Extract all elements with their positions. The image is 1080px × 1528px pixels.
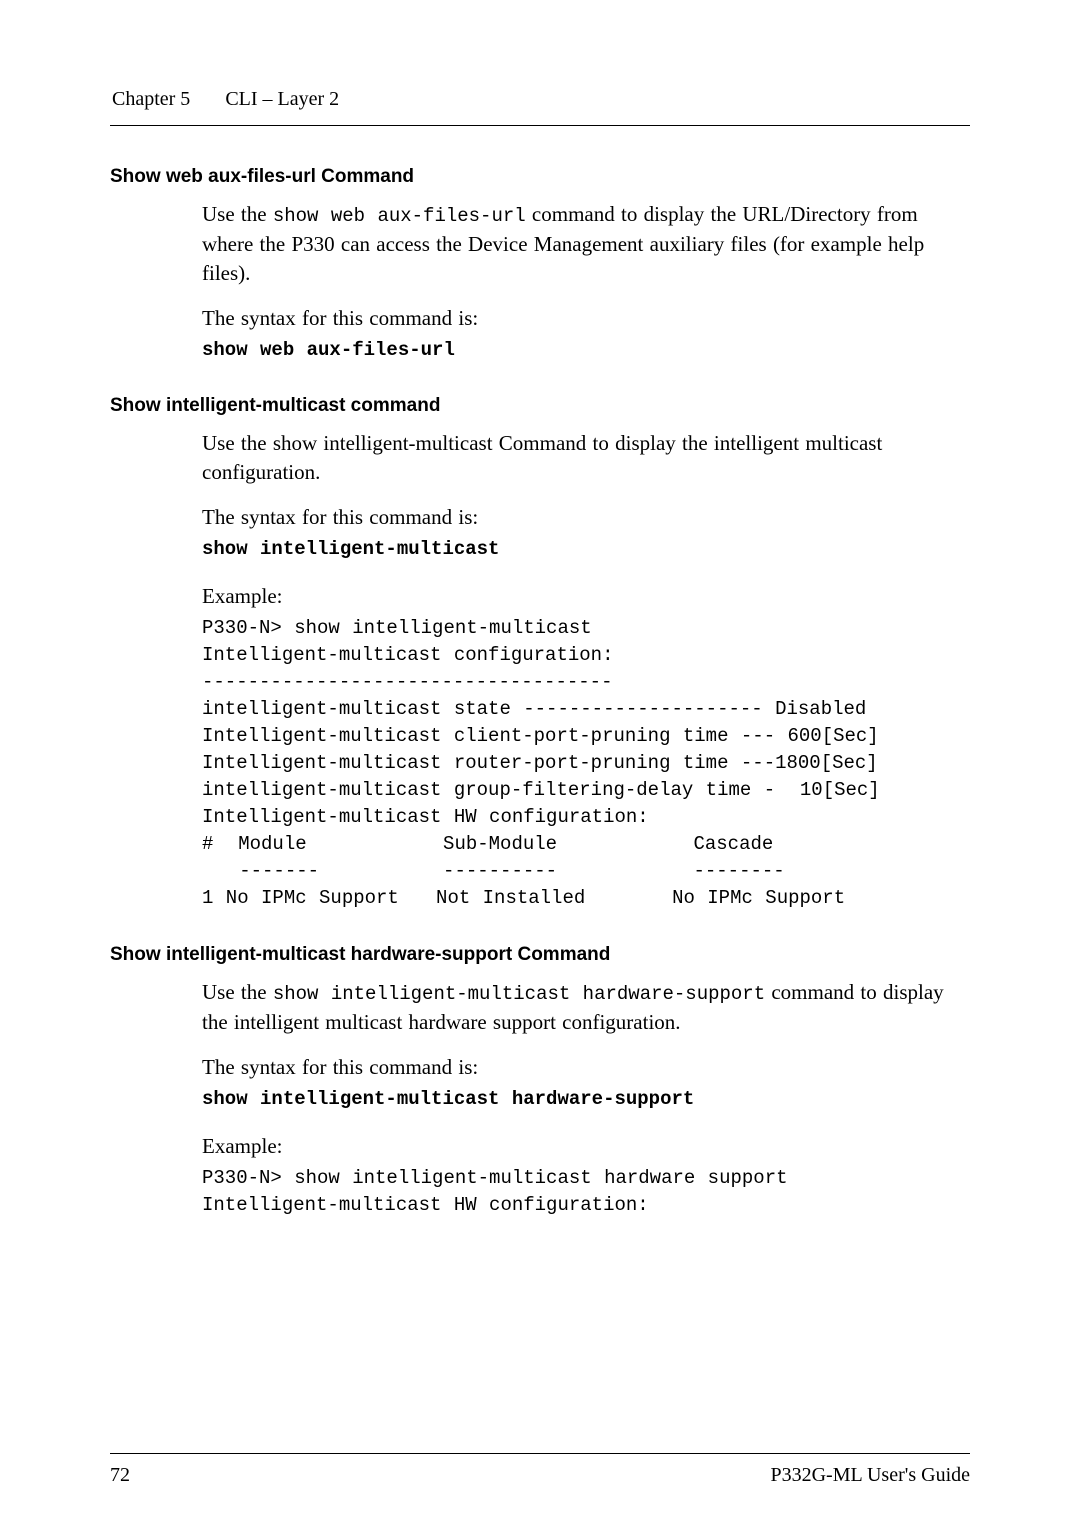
section-heading-aux-files: Show web aux-files-url Command [110, 166, 970, 188]
syntax-command: show intelligent-multicast [202, 536, 970, 562]
doc-title: P332G-ML User's Guide [770, 1464, 970, 1487]
section3-para1: Use the show intelligent-multicast hardw… [202, 978, 970, 1037]
syntax-label: The syntax for this command is: [202, 304, 970, 333]
example-output: P330-N> show intelligent-multicast hardw… [202, 1165, 970, 1219]
section1-body: Use the show web aux-files-url command t… [202, 200, 970, 363]
example-label: Example: [202, 582, 970, 611]
para-text: Use the [202, 202, 273, 226]
page-number: 72 [110, 1464, 130, 1487]
chapter-title: CLI – Layer 2 [225, 88, 339, 110]
syntax-label: The syntax for this command is: [202, 1053, 970, 1082]
section-heading-hw-support: Show intelligent-multicast hardware-supp… [110, 944, 970, 966]
page-footer: 72 P332G-ML User's Guide [110, 1453, 970, 1464]
header-rule [110, 125, 970, 126]
inline-code: show web aux-files-url [273, 205, 526, 227]
syntax-command: show intelligent-multicast hardware-supp… [202, 1086, 970, 1112]
page-header: Chapter 5 CLI – Layer 2 [110, 88, 970, 111]
section-heading-intelligent-multicast: Show intelligent-multicast command [110, 395, 970, 417]
section1-para1: Use the show web aux-files-url command t… [202, 200, 970, 288]
para-text: Use the [202, 980, 273, 1004]
inline-code: show intelligent-multicast hardware-supp… [273, 983, 765, 1005]
section3-body: Use the show intelligent-multicast hardw… [202, 978, 970, 1219]
example-output: P330-N> show intelligent-multicast Intel… [202, 615, 970, 912]
syntax-command: show web aux-files-url [202, 337, 970, 363]
example-label: Example: [202, 1132, 970, 1161]
chapter-label: Chapter 5 [112, 88, 190, 110]
syntax-label: The syntax for this command is: [202, 503, 970, 532]
section2-para1: Use the show intelligent-multicast Comma… [202, 429, 970, 487]
section2-body: Use the show intelligent-multicast Comma… [202, 429, 970, 912]
